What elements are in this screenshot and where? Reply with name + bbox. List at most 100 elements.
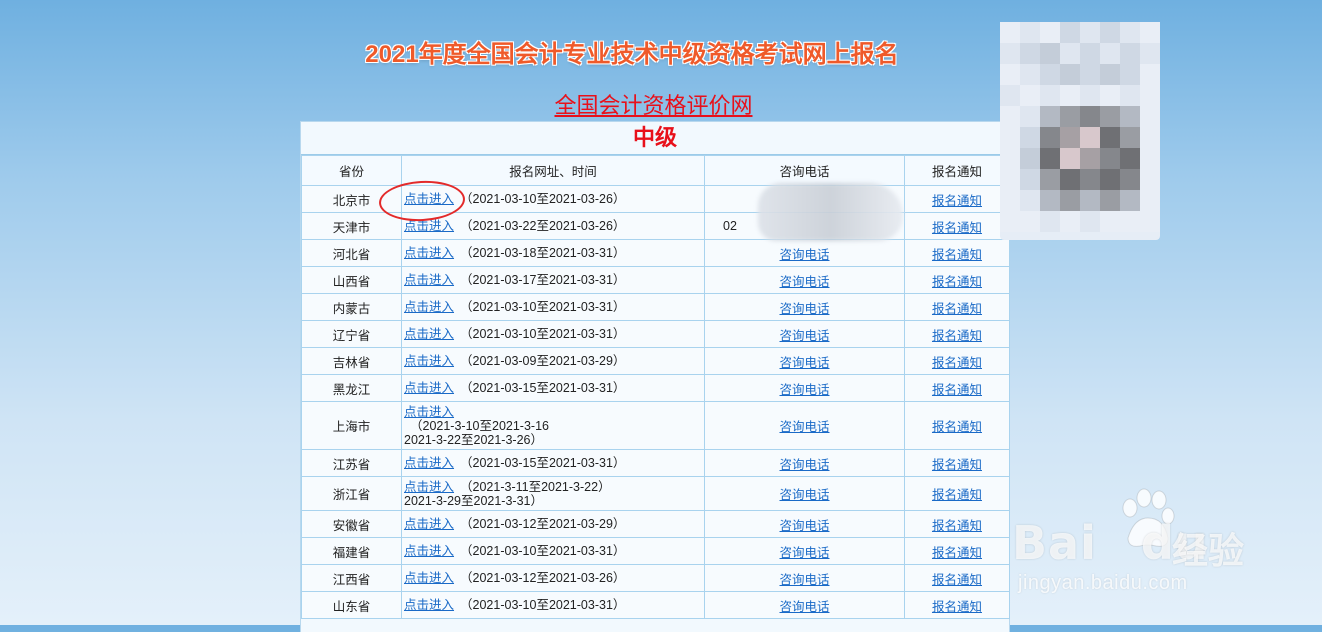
tel-link[interactable]: 咨询电话 bbox=[779, 302, 829, 316]
notice-link[interactable]: 报名通知 bbox=[932, 194, 982, 208]
notice-link[interactable]: 报名通知 bbox=[932, 221, 982, 235]
notice-cell: 报名通知 bbox=[904, 212, 1010, 240]
notice-cell: 报名通知 bbox=[904, 564, 1010, 592]
province-cell: 福建省 bbox=[301, 537, 402, 565]
enter-link[interactable]: 点击进入 bbox=[404, 300, 454, 314]
enter-link[interactable]: 点击进入 bbox=[404, 246, 454, 260]
tel-cell: 咨询电话 bbox=[704, 537, 905, 565]
registration-period: （2021-03-10至2021-03-31） bbox=[460, 327, 626, 341]
registration-period: （2021-3-10至2021-3-16 bbox=[410, 418, 549, 433]
tel-link[interactable]: 咨询电话 bbox=[779, 458, 829, 472]
tel-link[interactable]: 咨询电话 bbox=[779, 420, 829, 434]
registration-period: （2021-3-11至2021-3-22） bbox=[460, 479, 611, 494]
table-row: 内蒙古 点击进入 （2021-03-10至2021-03-31） 咨询电话 报名通知 bbox=[301, 293, 1010, 321]
notice-cell: 报名通知 bbox=[904, 537, 1010, 565]
tel-link[interactable]: 咨询电话 bbox=[779, 546, 829, 560]
registration-period: （2021-03-12至2021-03-26） bbox=[460, 571, 626, 585]
enter-link[interactable]: 点击进入 bbox=[404, 381, 454, 395]
enter-link[interactable]: 点击进入 bbox=[404, 544, 454, 558]
notice-link[interactable]: 报名通知 bbox=[932, 356, 982, 370]
table-row: 山西省 点击进入 （2021-03-17至2021-03-31） 咨询电话 报名通知 bbox=[301, 266, 1010, 294]
column-header: 报名通知 bbox=[904, 155, 1010, 186]
province-cell: 浙江省 bbox=[301, 476, 402, 511]
notice-link[interactable]: 报名通知 bbox=[932, 488, 982, 502]
qr-code-blurred bbox=[1000, 22, 1160, 240]
tel-link[interactable]: 咨询电话 bbox=[779, 519, 829, 533]
enter-link[interactable]: 点击进入 bbox=[404, 327, 454, 341]
notice-cell: 报名通知 bbox=[904, 293, 1010, 321]
enter-link[interactable]: 点击进入 bbox=[404, 456, 454, 470]
enter-link[interactable]: 点击进入 bbox=[404, 517, 454, 531]
registration-cell: 点击进入 （2021-03-22至2021-03-26） bbox=[401, 212, 705, 240]
tel-cell: 咨询电话 bbox=[704, 510, 905, 538]
tel-cell: 咨询电话 bbox=[704, 347, 905, 375]
tel-link[interactable]: 咨询电话 bbox=[779, 356, 829, 370]
tel-link[interactable]: 咨询电话 bbox=[779, 248, 829, 262]
table-row: 江苏省 点击进入 （2021-03-15至2021-03-31） 咨询电话 报名通知 bbox=[301, 449, 1010, 477]
tel-cell: 咨询电话 bbox=[704, 293, 905, 321]
redaction-blur bbox=[758, 183, 903, 241]
tel-cell: 咨询电话 bbox=[704, 374, 905, 402]
registration-cell: 点击进入 （2021-03-17至2021-03-31） bbox=[401, 266, 705, 294]
registration-cell: 点击进入 （2021-03-15至2021-03-31） bbox=[401, 449, 705, 477]
notice-link[interactable]: 报名通知 bbox=[932, 329, 982, 343]
tel-link[interactable]: 咨询电话 bbox=[779, 600, 829, 614]
registration-period: （2021-03-18至2021-03-31） bbox=[460, 246, 626, 260]
registration-period-2: 2021-3-22至2021-3-26） bbox=[404, 432, 543, 447]
notice-link[interactable]: 报名通知 bbox=[932, 519, 982, 533]
table-row: 辽宁省 点击进入 （2021-03-10至2021-03-31） 咨询电话 报名通知 bbox=[301, 320, 1010, 348]
notice-link[interactable]: 报名通知 bbox=[932, 302, 982, 316]
enter-link[interactable]: 点击进入 bbox=[404, 480, 454, 494]
table-row: 安徽省 点击进入 （2021-03-12至2021-03-29） 咨询电话 报名通知 bbox=[301, 510, 1010, 538]
notice-link[interactable]: 报名通知 bbox=[932, 383, 982, 397]
province-cell: 吉林省 bbox=[301, 347, 402, 375]
notice-cell: 报名通知 bbox=[904, 266, 1010, 294]
column-header: 省份 bbox=[301, 155, 402, 186]
watermark-product: 经验 bbox=[1172, 530, 1245, 571]
enter-link[interactable]: 点击进入 bbox=[404, 219, 454, 233]
enter-link[interactable]: 点击进入 bbox=[404, 598, 454, 612]
registration-cell: 点击进入 （2021-03-15至2021-03-31） bbox=[401, 374, 705, 402]
notice-link[interactable]: 报名通知 bbox=[932, 458, 982, 472]
registration-cell: 点击进入 （2021-03-10至2021-03-31） bbox=[401, 537, 705, 565]
tel-link[interactable]: 咨询电话 bbox=[779, 383, 829, 397]
registration-period-2: 2021-3-29至2021-3-31） bbox=[404, 493, 543, 508]
registration-cell: 点击进入 （2021-03-10至2021-03-31） bbox=[401, 293, 705, 321]
enter-link[interactable]: 点击进入 bbox=[404, 273, 454, 287]
tel-link[interactable]: 咨询电话 bbox=[779, 488, 829, 502]
enter-link[interactable]: 点击进入 bbox=[404, 354, 454, 368]
enter-link[interactable]: 点击进入 bbox=[404, 405, 704, 419]
registration-cell: 点击进入 （2021-3-10至2021-3-16 2021-3-22至2021-3… bbox=[401, 401, 705, 450]
notice-link[interactable]: 报名通知 bbox=[932, 573, 982, 587]
column-header: 咨询电话 bbox=[704, 155, 905, 186]
registration-period: （2021-03-12至2021-03-29） bbox=[460, 517, 626, 531]
notice-cell: 报名通知 bbox=[904, 449, 1010, 477]
enter-link[interactable]: 点击进入 bbox=[404, 571, 454, 585]
registration-period: （2021-03-09至2021-03-29） bbox=[460, 354, 626, 368]
tel-cell: 咨询电话 bbox=[704, 564, 905, 592]
table-row: 上海市 点击进入 （2021-3-10至2021-3-16 2021-3-22至202… bbox=[301, 401, 1010, 450]
notice-link[interactable]: 报名通知 bbox=[932, 248, 982, 262]
notice-cell: 报名通知 bbox=[904, 320, 1010, 348]
registration-cell: 点击进入 （2021-03-09至2021-03-29） bbox=[401, 347, 705, 375]
registration-cell: 点击进入 （2021-03-12至2021-03-26） bbox=[401, 564, 705, 592]
table-row: 吉林省 点击进入 （2021-03-09至2021-03-29） 咨询电话 报名通知 bbox=[301, 347, 1010, 375]
table-row: 黑龙江 点击进入 （2021-03-15至2021-03-31） 咨询电话 报名通知 bbox=[301, 374, 1010, 402]
registration-period: （2021-03-15至2021-03-31） bbox=[460, 456, 626, 470]
notice-link[interactable]: 报名通知 bbox=[932, 420, 982, 434]
tel-cell: 咨询电话 bbox=[704, 266, 905, 294]
notice-link[interactable]: 报名通知 bbox=[932, 546, 982, 560]
tel-link[interactable]: 咨询电话 bbox=[779, 275, 829, 289]
table-body: 北京市 点击进入 （2021-03-10至2021-03-26） 报名通知 天津市 点击进… bbox=[301, 185, 1010, 619]
tel-number: 02 bbox=[723, 219, 737, 233]
tel-link[interactable]: 咨询电话 bbox=[779, 573, 829, 587]
notice-link[interactable]: 报名通知 bbox=[932, 275, 982, 289]
registration-cell: 点击进入 （2021-03-10至2021-03-31） bbox=[401, 591, 705, 619]
notice-link[interactable]: 报名通知 bbox=[932, 600, 982, 614]
registration-period: （2021-03-10至2021-03-31） bbox=[460, 300, 626, 314]
tel-link[interactable]: 咨询电话 bbox=[779, 329, 829, 343]
tel-cell: 咨询电话 bbox=[704, 320, 905, 348]
notice-cell: 报名通知 bbox=[904, 510, 1010, 538]
tel-cell: 咨询电话 bbox=[704, 476, 905, 511]
registration-period: （2021-03-15至2021-03-31） bbox=[460, 381, 626, 395]
